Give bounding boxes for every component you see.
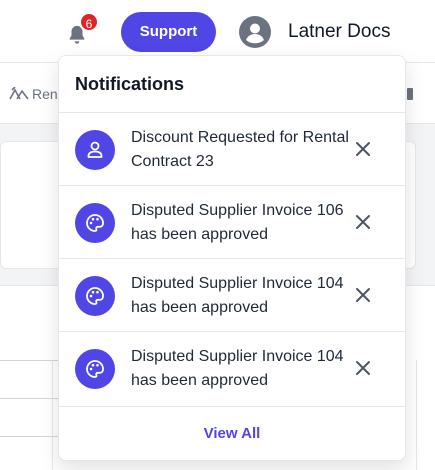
close-icon[interactable]: [353, 285, 373, 305]
notification-count-badge: 6: [79, 12, 99, 32]
notification-item[interactable]: Disputed Supplier Invoice 104 has been a…: [59, 331, 405, 404]
top-bar: 6 Support Latner Docs: [0, 0, 435, 62]
grid-divider: [52, 360, 53, 470]
notification-message: Disputed Supplier Invoice 104 has been a…: [131, 348, 344, 389]
notification-item[interactable]: Disputed Supplier Invoice 106 has been a…: [59, 185, 405, 258]
grid-divider: [0, 436, 60, 437]
support-button[interactable]: Support: [121, 12, 216, 52]
avatar-icon[interactable]: [239, 16, 271, 48]
notification-message: Discount Requested for Rental Contract 2…: [131, 129, 349, 170]
notifications-title: Notifications: [75, 74, 185, 94]
palette-icon: [75, 276, 115, 316]
grid-divider: [0, 398, 60, 399]
close-icon[interactable]: [353, 139, 373, 159]
close-icon[interactable]: [353, 358, 373, 378]
user-icon: [75, 130, 115, 170]
notification-message: Disputed Supplier Invoice 106 has been a…: [131, 202, 344, 243]
close-icon[interactable]: [353, 212, 373, 232]
notifications-dropdown: Notifications Discount Requested for Ren…: [58, 55, 406, 461]
notification-message: Disputed Supplier Invoice 104 has been a…: [131, 275, 344, 316]
palette-icon: [75, 203, 115, 243]
notification-item[interactable]: Disputed Supplier Invoice 104 has been a…: [59, 258, 405, 331]
grid-divider: [416, 360, 417, 470]
notification-item[interactable]: Discount Requested for Rental Contract 2…: [59, 112, 405, 185]
user-name[interactable]: Latner Docs: [288, 21, 390, 43]
rental-tab-label[interactable]: Ren: [32, 86, 58, 102]
palette-icon: [75, 349, 115, 389]
toolbar-edge-icon: [407, 88, 413, 100]
view-all-link[interactable]: View All: [59, 406, 405, 460]
rental-icon: [9, 87, 29, 100]
grid-divider: [0, 360, 60, 361]
